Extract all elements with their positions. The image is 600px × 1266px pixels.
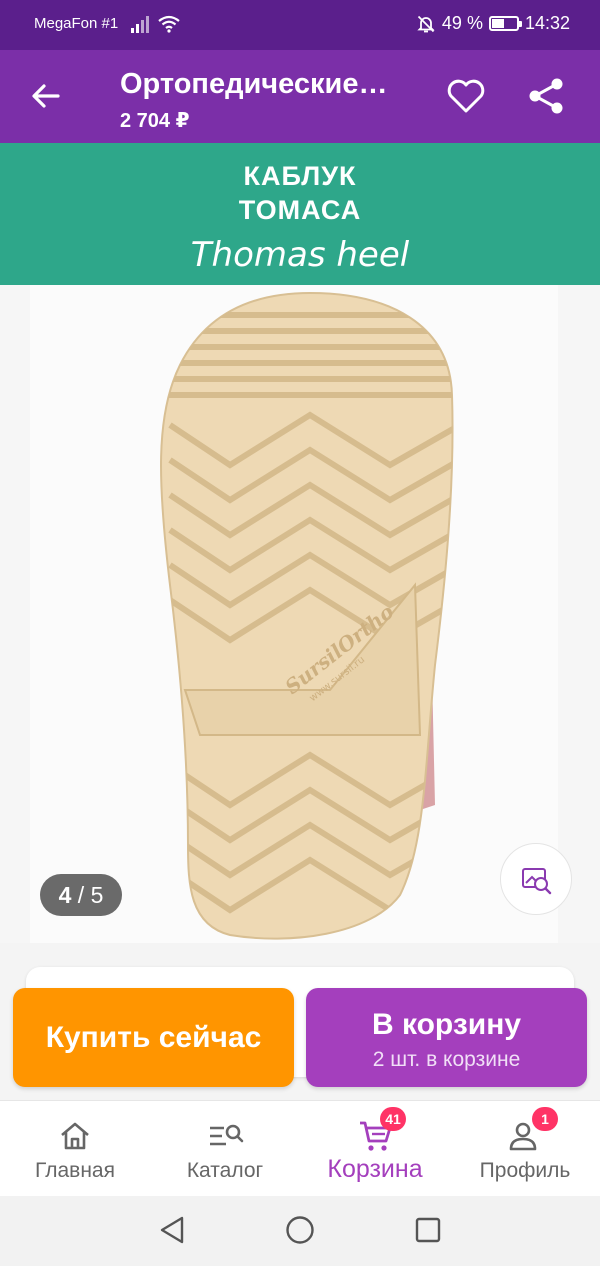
image-current: 4 — [58, 882, 72, 908]
image-counter: 4 / 5 — [40, 874, 122, 916]
battery-percent: 49 % — [441, 13, 483, 33]
carrier-name: MegaFon #1 — [34, 15, 119, 32]
nav-catalog-label: Каталог — [186, 1159, 264, 1182]
arrow-left-icon[interactable] — [28, 78, 64, 114]
image-total: 5 — [90, 882, 104, 908]
heart-icon[interactable] — [446, 78, 486, 114]
product-photo[interactable]: SursilOrtho www.sursil.ru — [30, 285, 558, 943]
system-nav-bar — [0, 1196, 600, 1266]
status-bar: MegaFon #1 49 % 14:32 — [0, 0, 600, 50]
nav-profile-label: Профиль — [479, 1159, 571, 1182]
signal-icon — [131, 16, 149, 33]
catalog-search-icon — [210, 1124, 244, 1146]
banner-title-line2: ТОМАСА — [238, 195, 362, 225]
share-icon[interactable] — [526, 76, 566, 116]
system-recents-icon[interactable] — [414, 1215, 442, 1245]
banner-title-line1: КАБЛУК — [243, 161, 357, 191]
banner-title-en: Thomas heel — [190, 235, 410, 275]
buy-now-button[interactable]: Купить сейчас — [13, 988, 294, 1087]
system-home-icon[interactable] — [285, 1215, 315, 1245]
home-icon — [61, 1122, 89, 1150]
nav-cart-label: Корзина — [327, 1155, 423, 1183]
status-right: 49 % 14:32 — [416, 13, 570, 34]
wifi-icon — [158, 15, 180, 33]
nav-catalog[interactable]: Каталог — [150, 1101, 300, 1197]
product-gallery[interactable]: КАБЛУК ТОМАСА Thomas heel SursilOrtho ww… — [0, 143, 600, 943]
system-back-icon[interactable] — [158, 1215, 186, 1245]
bottom-nav: Главная Каталог 41 Корзина 1 Профиль — [0, 1100, 600, 1196]
cart-badge: 41 — [380, 1107, 406, 1131]
in-cart-count: 2 шт. в корзине — [372, 1048, 521, 1071]
bell-muted-icon — [417, 15, 435, 32]
battery-icon — [488, 16, 522, 31]
nav-cart[interactable]: 41 Корзина — [300, 1101, 450, 1197]
clock: 14:32 — [524, 13, 570, 33]
product-price: 2 704 ₽ — [120, 110, 190, 132]
battery-fill — [491, 19, 504, 28]
shoe-sole-image: SursilOrtho www.sursil.ru — [160, 291, 454, 940]
nav-profile[interactable]: 1 Профиль — [450, 1101, 600, 1197]
image-separator: / — [77, 882, 85, 908]
nav-home-label: Главная — [35, 1159, 115, 1182]
add-to-cart-button[interactable]: В корзину 2 шт. в корзине — [306, 988, 587, 1087]
info-banner: КАБЛУК ТОМАСА Thomas heel — [0, 143, 600, 285]
image-search-icon — [522, 868, 552, 895]
app-header: Ортопедические… 2 704 ₽ — [0, 50, 600, 143]
profile-badge: 1 — [532, 1107, 558, 1131]
banner-title-ru: КАБЛУК ТОМАСА — [0, 159, 600, 227]
image-search-button[interactable] — [500, 843, 572, 915]
nav-home[interactable]: Главная — [0, 1101, 150, 1197]
add-to-cart-label: В корзину — [371, 1008, 522, 1041]
product-title: Ортопедические… — [120, 68, 388, 100]
